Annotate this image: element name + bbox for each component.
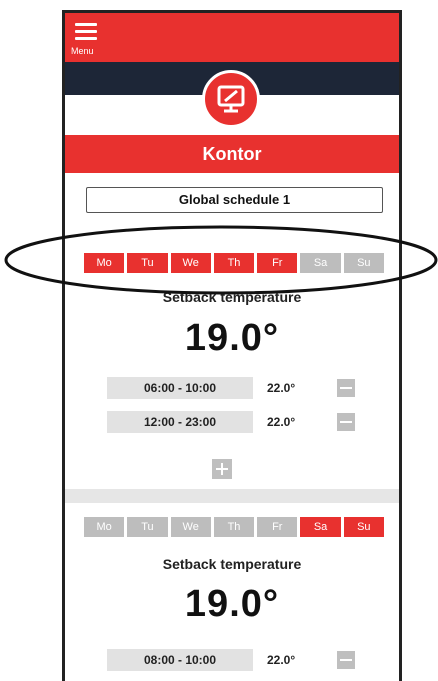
day-toggle-sa[interactable]: Sa bbox=[300, 253, 341, 273]
day-toggle-th[interactable]: Th bbox=[213, 517, 255, 537]
remove-row-icon[interactable] bbox=[337, 413, 355, 431]
day-toggle-sa[interactable]: Sa bbox=[300, 517, 341, 537]
remove-row-icon[interactable] bbox=[337, 379, 355, 397]
day-toggle-th[interactable]: Th bbox=[213, 253, 255, 273]
schedule-name-field[interactable]: Global schedule 1 bbox=[86, 187, 383, 213]
day-toggle-su[interactable]: Su bbox=[343, 253, 384, 273]
setback-temperature-value[interactable]: 19.0° bbox=[65, 583, 399, 626]
time-range[interactable]: 12:00 - 23:00 bbox=[107, 411, 253, 433]
row-temperature[interactable]: 22.0° bbox=[267, 411, 295, 433]
setback-temperature-label: Setback temperature bbox=[162, 289, 302, 305]
day-toggle-fr[interactable]: Fr bbox=[257, 517, 298, 537]
day-toggle-fr[interactable]: Fr bbox=[257, 253, 298, 273]
top-menu-bar: Menu bbox=[65, 13, 399, 62]
time-range[interactable]: 06:00 - 10:00 bbox=[107, 377, 253, 399]
day-toggle-su[interactable]: Su bbox=[343, 517, 384, 537]
weekday-selector: Mo Tu We Th Fr Sa Su bbox=[84, 253, 384, 273]
day-toggle-tu[interactable]: Tu bbox=[127, 253, 168, 273]
row-temperature[interactable]: 22.0° bbox=[267, 377, 295, 399]
day-toggle-we[interactable]: We bbox=[170, 517, 211, 537]
day-toggle-mo[interactable]: Mo bbox=[84, 517, 125, 537]
weekday-selector: Mo Tu We Th Fr Sa Su bbox=[84, 517, 384, 537]
remove-row-icon[interactable] bbox=[337, 651, 355, 669]
hamburger-menu-icon[interactable] bbox=[75, 23, 97, 44]
add-row-icon[interactable] bbox=[212, 459, 232, 479]
row-temperature[interactable]: 22.0° bbox=[267, 649, 295, 671]
day-toggle-tu[interactable]: Tu bbox=[127, 517, 168, 537]
menu-label[interactable]: Menu bbox=[71, 46, 94, 56]
setback-temperature-value[interactable]: 19.0° bbox=[65, 317, 399, 360]
page-title: Kontor bbox=[65, 135, 399, 173]
day-toggle-mo[interactable]: Mo bbox=[84, 253, 125, 273]
phone-screen: Menu Kontor Global schedule 1 Mo Tu We T… bbox=[62, 10, 402, 681]
time-range[interactable]: 08:00 - 10:00 bbox=[107, 649, 253, 671]
setback-temperature-label: Setback temperature bbox=[162, 556, 302, 572]
section-divider bbox=[65, 489, 399, 503]
app-logo-icon bbox=[202, 70, 260, 128]
day-toggle-we[interactable]: We bbox=[170, 253, 211, 273]
